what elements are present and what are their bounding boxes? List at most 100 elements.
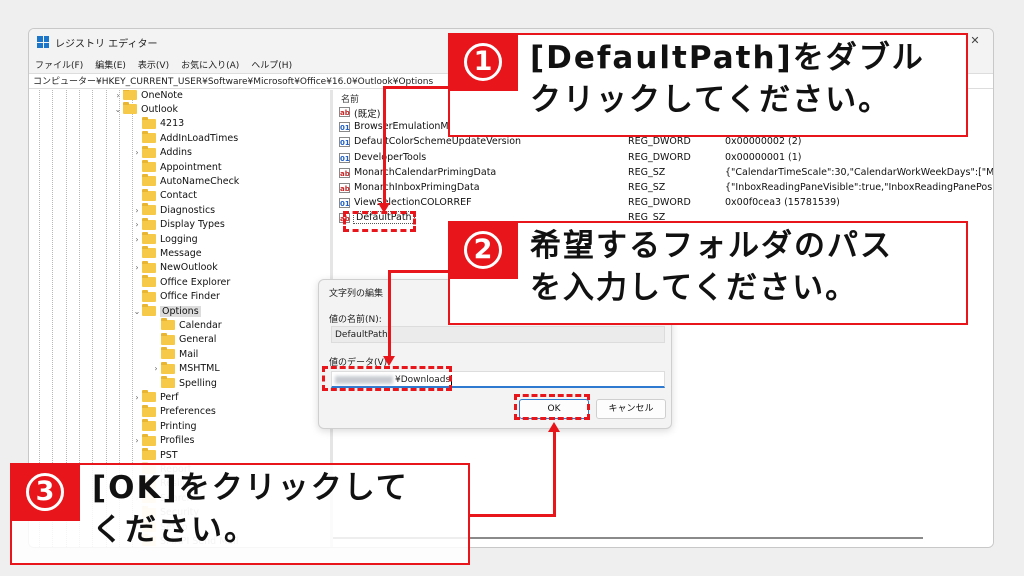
folder-icon xyxy=(123,102,137,115)
window-title: レジストリ エディター xyxy=(55,38,158,50)
tree-item[interactable]: ⌄ Options xyxy=(132,304,201,318)
tutorial-screenshot: レジストリ エディター — ☐ ✕ ファイル(F) 編集(E) 表示(V) お気… xyxy=(0,0,1024,576)
value-name-field: DefaultPath xyxy=(331,326,665,343)
tree-item[interactable]: Mail xyxy=(151,347,198,361)
connector-3 xyxy=(553,432,556,517)
value-row[interactable]: ab MonarchInboxPrimingData REG_SZ {"InboxRe… xyxy=(339,181,993,196)
folder-icon xyxy=(142,188,156,201)
tree-item-label: Display Types xyxy=(160,219,225,231)
tree-item[interactable]: Calendar xyxy=(151,318,222,332)
tree-item-label: Mail xyxy=(179,348,199,360)
tree-item[interactable]: Spelling xyxy=(151,376,217,390)
step-number-badge: 2 xyxy=(448,221,518,279)
value-row[interactable]: 01 DeveloperTools REG_DWORD 0x00000001 (1) xyxy=(339,151,979,166)
folder-icon xyxy=(142,217,156,230)
tree-item[interactable]: PST xyxy=(132,448,178,462)
tree-item[interactable]: General xyxy=(151,332,217,347)
column-header-name[interactable]: 名前 xyxy=(341,92,359,105)
expand-chevron-icon[interactable]: › xyxy=(132,148,142,157)
tree-item[interactable]: › Logging xyxy=(132,232,198,246)
expand-chevron-icon[interactable]: › xyxy=(132,393,142,402)
tree-item[interactable]: AutoNameCheck xyxy=(132,174,239,188)
tree-item[interactable]: 4213 xyxy=(132,116,185,131)
value-row[interactable]: 01 DefaultColorSchemeUpdateVersion REG_DWO… xyxy=(339,135,979,150)
value-data: {"CalendarTimeScale":30,"CalendarWorkWee… xyxy=(725,166,994,178)
tree-item-label: Office Finder xyxy=(160,291,220,303)
dialog-title: 文字列の編集 xyxy=(329,289,384,299)
menu-view[interactable]: 表示(V) xyxy=(138,58,169,71)
expand-chevron-icon[interactable]: › xyxy=(113,91,123,100)
highlight-defaultpath xyxy=(343,211,416,232)
folder-icon xyxy=(123,90,137,100)
menu-help[interactable]: ヘルプ(H) xyxy=(251,58,292,71)
highlight-ok-button xyxy=(514,394,590,420)
expand-chevron-icon[interactable]: › xyxy=(132,436,142,445)
value-name: MonarchInboxPrimingData xyxy=(354,182,480,193)
tree-item-label: Calendar xyxy=(179,319,222,331)
folder-icon xyxy=(142,289,156,302)
tree-item[interactable]: Contact xyxy=(132,188,197,203)
arrow-to-ok xyxy=(548,422,560,432)
tree-item[interactable]: › Perf xyxy=(132,390,179,404)
value-type: REG_DWORD xyxy=(628,136,691,148)
folder-icon xyxy=(161,376,175,388)
binary-value-icon: 01 xyxy=(339,122,350,133)
expand-chevron-icon[interactable]: › xyxy=(132,263,142,272)
expand-chevron-icon[interactable]: › xyxy=(132,206,142,215)
expand-chevron-icon[interactable]: ⌄ xyxy=(132,307,142,316)
binary-value-icon: 01 xyxy=(339,198,350,209)
value-data: 0x00000001 (1) xyxy=(725,151,802,163)
callout-step-3: 3 [OK]をクリックして ください。 xyxy=(10,463,470,565)
tree-item[interactable]: Appointment xyxy=(132,160,222,174)
tree-item[interactable]: › NewOutlook xyxy=(132,260,218,275)
tree-item-label: Perf xyxy=(160,391,179,403)
value-name: DeveloperTools xyxy=(354,151,427,163)
value-row[interactable]: 01 ViewSelectionCOLORREF REG_DWORD 0x00f0ce… xyxy=(339,196,979,211)
menu-edit[interactable]: 編集(E) xyxy=(95,58,126,71)
tree-item[interactable]: › Profiles xyxy=(132,433,195,448)
folder-icon xyxy=(161,347,175,360)
tree-item-label: Profiles xyxy=(160,435,195,447)
cancel-button[interactable]: キャンセル xyxy=(596,399,666,419)
tree-item[interactable]: Message xyxy=(132,246,202,260)
value-type: REG_DWORD xyxy=(628,197,691,209)
tree-item[interactable]: › OneNote xyxy=(113,90,183,102)
step-number-badge: 1 xyxy=(448,33,518,91)
value-name: ViewSelectionCOLORREF xyxy=(354,197,472,209)
connector-1 xyxy=(383,86,449,89)
tree-item-label: AddInLoadTimes xyxy=(160,132,239,144)
expand-chevron-icon[interactable]: ⌄ xyxy=(113,105,123,114)
tree-item[interactable]: › Addins xyxy=(132,145,192,160)
connector-2 xyxy=(388,270,448,273)
registry-editor-icon xyxy=(37,36,49,48)
tree-item[interactable]: › Diagnostics xyxy=(132,203,215,217)
expand-chevron-icon[interactable]: › xyxy=(132,220,142,229)
value-type: REG_SZ xyxy=(628,166,666,178)
tree-item-label: Printing xyxy=(160,420,197,432)
tree-item-label: Contact xyxy=(160,190,197,202)
tree-item[interactable]: ⌄ Outlook xyxy=(113,102,178,116)
tree-item-label: Preferences xyxy=(160,406,216,418)
value-name: (既定) xyxy=(354,109,381,120)
menu-file[interactable]: ファイル(F) xyxy=(35,58,83,71)
tree-item-label: AutoNameCheck xyxy=(160,175,240,187)
tree-item[interactable]: Office Explorer xyxy=(132,275,230,289)
tree-item[interactable]: › MSHTML xyxy=(151,361,220,376)
expand-chevron-icon[interactable]: › xyxy=(151,364,161,373)
folder-icon xyxy=(142,174,156,187)
tree-item[interactable]: Printing xyxy=(132,419,197,433)
expand-chevron-icon[interactable]: › xyxy=(132,235,142,244)
value-row[interactable]: ab MonarchCalendarPrimingData REG_SZ {"Cale… xyxy=(339,166,993,181)
tree-item[interactable]: Office Finder xyxy=(132,289,220,304)
callout-text: [OK]をクリックして ください。 xyxy=(92,467,409,551)
menu-favorites[interactable]: お気に入り(A) xyxy=(181,58,239,71)
step-number: 1 xyxy=(464,43,502,81)
binary-value-icon: 01 xyxy=(339,137,350,148)
tree-item[interactable]: › Display Types xyxy=(132,217,225,232)
tree-item[interactable]: AddInLoadTimes xyxy=(132,131,238,145)
tree-item[interactable]: Preferences xyxy=(132,404,216,419)
tree-item-label: Outlook xyxy=(141,103,178,115)
tree-item-label: 4213 xyxy=(160,118,185,130)
tree-item-label: General xyxy=(179,334,217,346)
callout-line: ください。 xyxy=(92,512,257,548)
